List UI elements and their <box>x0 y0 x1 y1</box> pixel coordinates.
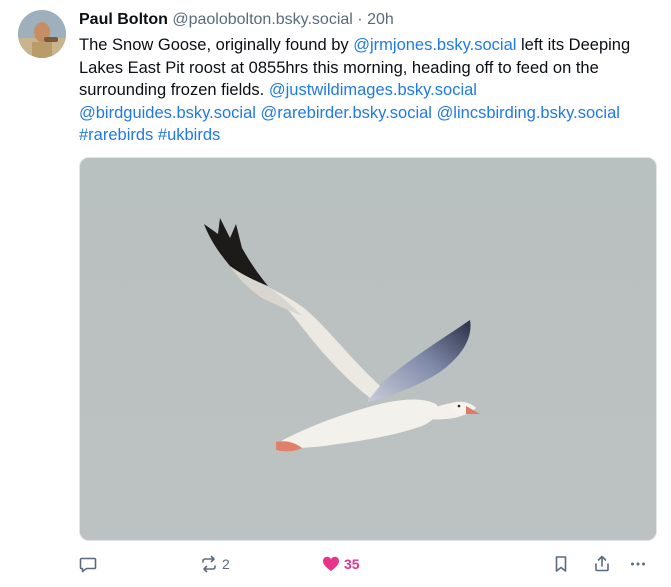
post-actions: 2 35 <box>79 552 657 576</box>
share-button[interactable] <box>593 552 611 576</box>
author-handle[interactable]: @paolobolton.bsky.social <box>172 11 353 28</box>
like-button[interactable]: 35 <box>322 552 360 576</box>
snow-goose-photo <box>80 158 656 540</box>
bookmark-button[interactable] <box>552 552 570 576</box>
author-name[interactable]: Paul Bolton <box>79 11 168 28</box>
mention-link[interactable]: @birdguides.bsky.social <box>79 104 256 122</box>
mention-link[interactable]: @jrmjones.bsky.social <box>353 36 516 54</box>
reply-icon <box>79 557 97 573</box>
mention-link[interactable]: @lincsbirding.bsky.social <box>437 104 620 122</box>
more-options-button[interactable] <box>629 552 647 576</box>
reply-button[interactable] <box>79 552 97 576</box>
mention-link[interactable]: @justwildimages.bsky.social <box>269 81 477 99</box>
heart-icon <box>323 556 339 571</box>
post-timestamp[interactable]: 20h <box>367 11 394 28</box>
bookmark-icon <box>555 556 567 572</box>
share-icon <box>595 555 609 572</box>
repost-button[interactable]: 2 <box>200 552 230 576</box>
post-text-part: The Snow Goose, originally found by <box>79 36 354 54</box>
post-text: The Snow Goose, originally found by @jrm… <box>79 34 639 147</box>
more-icon <box>631 562 645 566</box>
separator: · <box>357 11 363 28</box>
like-count: 35 <box>344 556 360 572</box>
post-header: Paul Bolton @paolobolton.bsky.social · 2… <box>79 9 661 31</box>
hashtag-link[interactable]: #ukbirds <box>158 126 220 144</box>
post-image[interactable] <box>79 157 657 541</box>
avatar[interactable] <box>18 10 66 58</box>
repost-count: 2 <box>222 556 230 572</box>
avatar-image <box>18 10 66 58</box>
repost-icon <box>202 555 216 573</box>
mention-link[interactable]: @rarebirder.bsky.social <box>261 104 432 122</box>
hashtag-link[interactable]: #rarebirds <box>79 126 153 144</box>
